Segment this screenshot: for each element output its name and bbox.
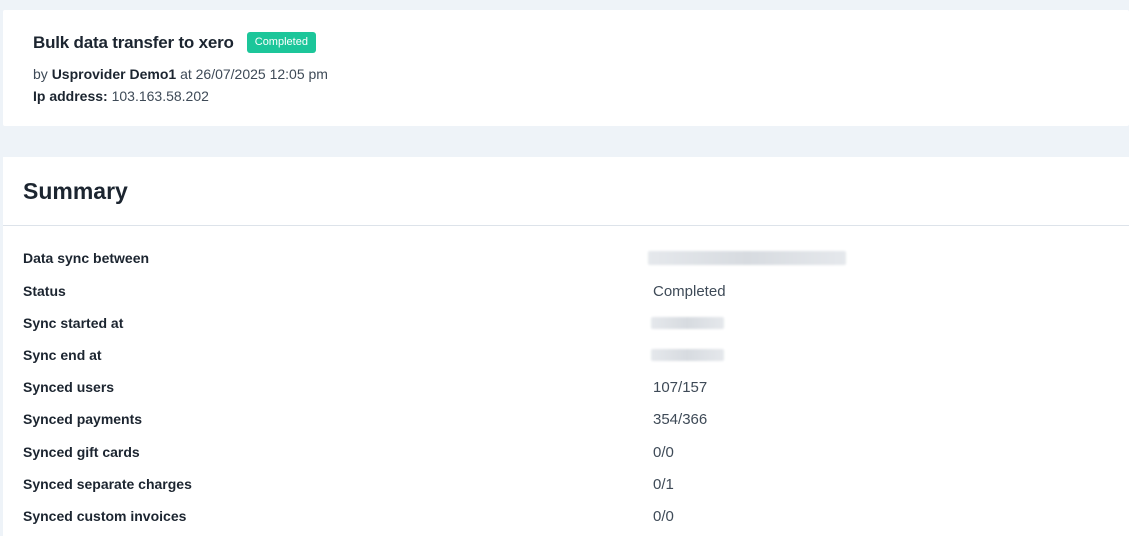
timestamp: at 26/07/2025 12:05 pm [180,66,328,82]
row-synced-users: Synced users 107/157 [3,379,1129,401]
row-synced-separate-charges: Synced separate charges 0/1 [3,476,1129,498]
divider [3,225,1129,226]
redacted-value [651,349,724,361]
row-sync-started: Sync started at [3,315,1129,337]
author-name: Usprovider Demo1 [51,66,177,82]
title-row: Bulk data transfer to xero Completed [33,32,316,53]
row-label: Status [23,283,66,299]
by-prefix: by [33,66,48,82]
row-value: 0/0 [653,508,674,525]
row-label: Synced gift cards [23,444,140,460]
summary-card: Summary Data sync between Status Complet… [3,157,1129,536]
status-badge: Completed [246,32,316,53]
row-label: Data sync between [23,250,150,266]
row-value: 107/157 [653,379,708,396]
row-label: Synced users [23,379,115,395]
row-value: 354/366 [653,411,708,428]
row-value: Completed [653,283,726,300]
ip-value: 103.163.58.202 [111,88,209,104]
redacted-value [651,317,724,329]
row-status: Status Completed [3,283,1129,305]
row-data-sync-between: Data sync between [3,250,1129,272]
row-label: Synced custom invoices [23,508,187,524]
row-synced-gift-cards: Synced gift cards 0/0 [3,444,1129,466]
summary-title: Summary [23,178,128,204]
row-sync-end: Sync end at [3,347,1129,369]
ip-label: Ip address: [33,88,108,104]
row-synced-payments: Synced payments 354/366 [3,411,1129,433]
row-synced-custom-invoices: Synced custom invoices 0/0 [3,508,1129,530]
redacted-value [648,251,846,265]
row-label: Sync end at [23,347,102,363]
ip-line: Ip address: 103.163.58.202 [33,88,209,104]
transfer-header-card: Bulk data transfer to xero Completed by … [3,10,1129,126]
author-line: by Usprovider Demo1 at 26/07/2025 12:05 … [33,66,328,82]
row-value: 0/0 [653,444,674,461]
page-title: Bulk data transfer to xero [33,32,234,52]
row-label: Synced payments [23,411,143,427]
row-value: 0/1 [653,476,674,493]
row-label: Synced separate charges [23,476,192,492]
row-label: Sync started at [23,315,124,331]
